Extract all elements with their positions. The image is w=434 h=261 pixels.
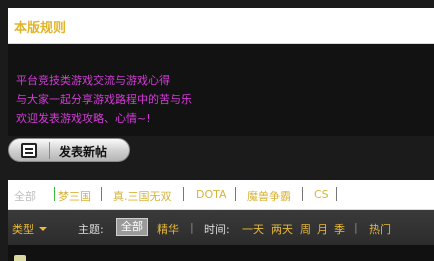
board-rules-title: 本版规则 (14, 21, 67, 36)
category-tabs: 全部 梦三国 真.三国无双 DOTA 魔兽争霸 CS (8, 180, 434, 210)
time-option-season[interactable]: 季 (334, 221, 345, 237)
time-option-month[interactable]: 月 (317, 221, 328, 237)
tab-divider (235, 187, 236, 201)
new-post-button[interactable]: 发表新帖 (8, 138, 130, 162)
category-tab-all[interactable]: 全部 (14, 188, 36, 204)
board-rules: 平台竞技类游戏交流与游戏心得 与大家一起分享游戏路程中的苦与乐 欢迎发表游戏攻略… (8, 44, 434, 136)
filter-divider: | (190, 221, 194, 234)
category-tab-cs[interactable]: CS (314, 188, 329, 201)
category-tab-sanguowushuang[interactable]: 真.三国无双 (113, 188, 172, 204)
category-tab-mengsanguo[interactable]: 梦三国 (58, 188, 91, 204)
topic-best-link[interactable]: 精华 (157, 221, 179, 237)
button-divider (49, 142, 50, 159)
tab-divider (183, 187, 184, 201)
forum-board-panel: 本版规则 平台竞技类游戏交流与游戏心得 与大家一起分享游戏路程中的苦与乐 欢迎发… (0, 0, 434, 261)
time-option-day[interactable]: 一天 (242, 221, 264, 237)
filter-bar: 类型 主题: 全部 精华 | 时间: 一天 两天 周 月 季 | 热门 (8, 210, 434, 245)
thread-row[interactable]: ………… (8, 245, 434, 261)
tab-divider (302, 187, 303, 201)
thread-folder-icon (14, 255, 26, 261)
rules-line: 平台竞技类游戏交流与游戏心得 (16, 74, 170, 87)
type-dropdown[interactable]: 类型 (12, 221, 34, 237)
document-icon (21, 143, 37, 158)
hot-filter-link[interactable]: 热门 (369, 221, 391, 237)
time-option-week[interactable]: 周 (300, 221, 311, 237)
tab-divider (101, 187, 102, 201)
category-tab-warcraft[interactable]: 魔兽争霸 (247, 188, 291, 204)
filter-divider: | (354, 221, 358, 234)
topic-label: 主题: (78, 223, 104, 236)
category-tab-dota[interactable]: DOTA (196, 188, 227, 201)
topic-all-button[interactable]: 全部 (116, 218, 148, 236)
rules-line: 欢迎发表游戏攻略、心情~! (16, 112, 151, 125)
board-header: 本版规则 (8, 8, 434, 44)
new-post-label: 发表新帖 (59, 145, 108, 159)
time-label: 时间: (204, 223, 230, 236)
time-option-two-days[interactable]: 两天 (271, 221, 293, 237)
rules-line: 与大家一起分享游戏路程中的苦与乐 (16, 93, 192, 106)
tab-divider (336, 187, 337, 201)
chevron-down-icon[interactable] (39, 227, 47, 231)
tab-divider (54, 187, 55, 201)
thread-title[interactable]: ………… (78, 254, 122, 261)
